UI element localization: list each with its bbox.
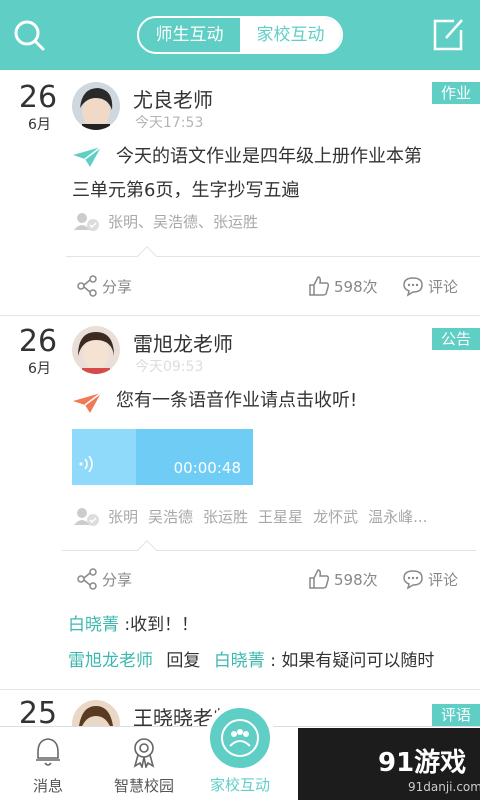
avatar[interactable]	[72, 326, 120, 374]
post-card: 26 6月 尤良老师 今天17:53 作业 今天的语文作业是四年级上册作业本第 …	[0, 70, 480, 316]
paper-plane-icon	[73, 146, 102, 167]
reply-author[interactable]: 雷旭龙老师	[68, 651, 153, 671]
compose-icon[interactable]	[432, 18, 464, 52]
share-button[interactable]: 分享	[76, 275, 132, 297]
nav-item-smart-campus[interactable]: 智慧校园	[96, 735, 192, 796]
author-name[interactable]: 尤良老师	[133, 84, 213, 113]
home-school-center-button[interactable]	[205, 703, 275, 773]
read-receipts: 张明、吴浩德、张运胜	[74, 211, 258, 232]
top-bar: 师生互动 家校互动	[0, 0, 480, 70]
reader-name: 王星星	[258, 508, 304, 526]
sound-wave-icon	[79, 455, 93, 473]
paper-plane-icon	[73, 392, 102, 413]
readers-icon	[74, 212, 99, 231]
post-month: 6月	[28, 361, 51, 377]
reply-row: 雷旭龙老师 回复 白晓菁 : 如果有疑问可以随时	[68, 646, 434, 671]
reply-author[interactable]: 白晓菁	[68, 615, 119, 635]
thumbs-up-icon	[309, 276, 330, 296]
voice-duration: 00:00:48	[173, 459, 241, 477]
comment-label: 评论	[428, 277, 459, 296]
post-day: 26	[18, 324, 58, 359]
divider-notch	[137, 540, 157, 560]
bell-icon	[36, 738, 60, 766]
share-label: 分享	[102, 570, 133, 589]
post-card: 26 6月 雷旭龙老师 今天09:53 公告 您有一条语音作业请点击收听! 00…	[0, 316, 480, 690]
post-text-line: 今天的语文作业是四年级上册作业本第	[116, 146, 422, 167]
post-time: 今天09:53	[135, 359, 204, 375]
group-icon	[221, 719, 259, 757]
post-tag: 评语	[432, 704, 480, 726]
share-icon	[77, 568, 97, 590]
divider	[66, 256, 480, 257]
thumbs-up-icon	[309, 569, 330, 589]
share-label: 分享	[102, 277, 133, 296]
comment-icon	[403, 277, 423, 297]
post-text: 您有一条语音作业请点击收听!	[116, 390, 358, 411]
author-name[interactable]: 雷旭龙老师	[133, 328, 233, 357]
voice-message-player[interactable]: 00:00:48	[72, 429, 253, 485]
post-tag: 公告	[432, 328, 480, 350]
reply-row: 白晓菁 :收到！！	[68, 610, 198, 635]
share-icon	[77, 275, 97, 297]
like-count: 598次	[334, 570, 378, 589]
nav-item-messages[interactable]: 消息	[0, 735, 96, 796]
comment-button[interactable]: 评论	[402, 275, 458, 297]
tab-home-school[interactable]: 家校互动	[240, 18, 341, 52]
post-month: 6月	[28, 117, 51, 133]
reader-name: 张运胜	[203, 508, 249, 526]
reader-name: 温永峰...	[368, 508, 428, 526]
nav-label: 消息	[32, 777, 63, 795]
read-receipts: 张明 吴浩德 张运胜 王星星 龙怀武 温永峰...	[74, 506, 427, 527]
segment-control: 师生互动 家校互动	[137, 16, 343, 54]
reply-text: : 如果有疑问可以随时	[270, 651, 435, 671]
post-text-line: 三单元第6页，生字抄写五遍	[72, 180, 300, 201]
comment-icon	[403, 570, 423, 590]
watermark: 91游戏 91danji.com	[298, 728, 480, 800]
reader-name: 龙怀武	[313, 508, 359, 526]
post-time: 今天17:53	[135, 115, 204, 131]
readers-icon	[74, 507, 99, 526]
avatar[interactable]	[72, 82, 120, 130]
like-button[interactable]: 598次	[308, 275, 378, 297]
watermark-brand: 91游戏	[378, 748, 467, 778]
post-day: 26	[18, 80, 58, 115]
comment-label: 评论	[428, 570, 459, 589]
reply-verb: 回复	[166, 651, 201, 671]
reply-target[interactable]: 白晓菁	[214, 651, 265, 671]
divider	[62, 550, 476, 551]
reader-names: 张明、吴浩德、张运胜	[108, 213, 259, 231]
nav-label: 智慧校园	[113, 777, 174, 795]
nav-label-active[interactable]: 家校互动	[190, 774, 290, 795]
reader-name: 张明	[108, 508, 139, 526]
post-tag: 作业	[432, 82, 480, 104]
search-icon[interactable]	[12, 18, 46, 52]
divider-notch	[137, 246, 157, 266]
medal-icon	[133, 738, 155, 768]
watermark-url: 91danji.com	[408, 780, 480, 794]
comment-button[interactable]: 评论	[402, 568, 458, 590]
like-button[interactable]: 598次	[308, 568, 378, 590]
tab-teacher-student[interactable]: 师生互动	[139, 18, 240, 52]
reply-text: :收到！！	[124, 615, 199, 635]
share-button[interactable]: 分享	[76, 568, 132, 590]
reader-name: 吴浩德	[148, 508, 194, 526]
like-count: 598次	[334, 277, 378, 296]
